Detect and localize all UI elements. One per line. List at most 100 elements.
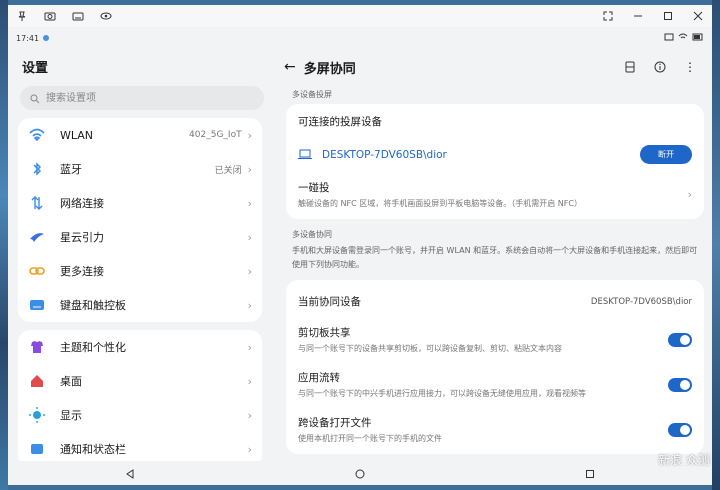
sidebar-item-label: 主题和个性化 (60, 341, 126, 354)
settings-sidebar: 设置 WLAN 402_5G_IoT › 蓝牙 已关闭 › 网络连接 › 星云引… (8, 47, 270, 466)
sidebar-item[interactable]: WLAN 402_5G_IoT › (18, 118, 262, 152)
panel-title: 多屏协同 (303, 61, 356, 77)
sidebar-item-value: 已关闭 (214, 165, 242, 176)
connectable-devices-row: 可连接的投屏设备 (286, 104, 704, 135)
search-bar[interactable] (20, 86, 264, 110)
settings-group-connectivity: WLAN 402_5G_IoT › 蓝牙 已关闭 › 网络连接 › 星云引力 ›… (18, 118, 262, 322)
keyboard-toggle-icon[interactable] (72, 10, 84, 22)
back-nav-icon[interactable] (125, 464, 135, 483)
settings-group-display: 主题和个性化 › 桌面 › 显示 › 通知和状态栏 › (18, 330, 262, 466)
sidebar-item-label: WLAN (60, 128, 94, 142)
connectable-devices-title: 可连接的投屏设备 (298, 116, 382, 128)
feature-desc: 与同一个账号下的中兴手机进行应用接力，可以跨设备无缝使用应用，观看视频等 (298, 389, 586, 398)
wifi-status-icon (678, 33, 688, 43)
watermark: 新浪 众测 (658, 453, 710, 467)
connected-device-row[interactable]: DESKTOP-7DV60SB\dior 断开 (286, 135, 704, 174)
chevron-right-icon: › (247, 264, 252, 278)
tap-to-cast-row[interactable]: 一碰投 触碰设备的 NFC 区域，将手机画面投屏到平板电脑等设备。（手机需开启 … (286, 174, 704, 219)
sidebar-item[interactable]: 更多连接 › (18, 254, 262, 288)
feature-row: 跨设备打开文件 使用本机打开同一个账号下的手机的文件 (286, 409, 704, 454)
status-time: 17:41 (16, 33, 40, 43)
maximize-icon[interactable] (662, 10, 674, 22)
feature-toggle[interactable] (668, 332, 692, 347)
feature-title: 剪切板共享 (298, 327, 351, 339)
close-icon[interactable] (692, 10, 704, 22)
layout-icon[interactable] (624, 58, 636, 77)
device-name: DESKTOP-7DV60SB\dior (322, 148, 447, 161)
notification-icon (28, 440, 46, 458)
sidebar-item-label: 显示 (60, 409, 82, 422)
tap-to-cast-title: 一碰投 (298, 182, 330, 194)
cast-icon (664, 33, 674, 43)
search-input[interactable] (44, 91, 248, 105)
feature-toggle[interactable] (668, 422, 692, 437)
eye-icon[interactable] (100, 10, 112, 22)
nebula-icon (28, 228, 46, 246)
disconnect-button[interactable]: 断开 (640, 145, 692, 164)
theme-icon (28, 338, 46, 356)
home-icon (28, 372, 46, 390)
collab-card: 当前协同设备 DESKTOP-7DV60SB\dior 剪切板共享 与同一个账号… (286, 280, 704, 454)
sidebar-item-label: 网络连接 (60, 197, 104, 210)
wifi-icon (28, 126, 46, 144)
feature-row: 应用流转 与同一个账号下的中兴手机进行应用接力，可以跨设备无缝使用应用，观看视频… (286, 364, 704, 409)
chevron-right-icon: › (247, 230, 252, 244)
window-titlebar (8, 5, 712, 27)
nav-bar (8, 461, 712, 485)
sidebar-item[interactable]: 网络连接 › (18, 186, 262, 220)
chevron-right-icon: › (247, 408, 252, 422)
info-icon[interactable] (654, 58, 666, 77)
chevron-right-icon: › (247, 162, 252, 176)
camera-icon[interactable] (44, 10, 56, 22)
desktop-background-left (0, 0, 8, 490)
recents-nav-icon[interactable] (585, 464, 595, 483)
feature-row: 剪切板共享 与同一个账号下的设备共享剪切板，可以跨设备复制、剪切、粘贴文本内容 (286, 319, 704, 364)
section-label-collab: 多设备协同 (292, 230, 332, 239)
sidebar-item-label: 通知和状态栏 (60, 443, 126, 456)
feature-desc: 与同一个账号下的设备共享剪切板，可以跨设备复制、剪切、粘贴文本内容 (298, 344, 562, 353)
multi-screen-panel: ← 多屏协同 ⋮ 多设备投屏 可连接的投屏设备 DESKTOP-7DV60SB\… (278, 47, 712, 461)
current-device-value: DESKTOP-7DV60SB\dior (590, 296, 692, 307)
fullscreen-icon[interactable] (602, 10, 614, 22)
casting-card: 可连接的投屏设备 DESKTOP-7DV60SB\dior 断开 一碰投 触碰设… (286, 104, 704, 219)
tap-to-cast-desc: 触碰设备的 NFC 区域，将手机画面投屏到平板电脑等设备。（手机需开启 NFC） (298, 199, 582, 208)
chevron-right-icon: › (247, 298, 252, 312)
sidebar-item-value: 402_5G_IoT (189, 130, 242, 140)
chevron-right-icon: › (247, 128, 252, 142)
current-device-row: 当前协同设备 DESKTOP-7DV60SB\dior (286, 280, 704, 319)
sidebar-item[interactable]: 主题和个性化 › (18, 330, 262, 364)
desktop-background-right (712, 0, 720, 490)
minimize-icon[interactable] (632, 10, 644, 22)
bluetooth-icon (28, 160, 46, 178)
settings-title: 设置 (22, 61, 49, 76)
laptop-icon (298, 145, 312, 164)
current-device-label: 当前协同设备 (298, 296, 361, 308)
feature-title: 跨设备打开文件 (298, 417, 372, 429)
pin-icon[interactable] (16, 10, 28, 22)
home-nav-icon[interactable] (355, 464, 365, 483)
feature-desc: 使用本机打开同一个账号下的手机的文件 (298, 434, 442, 443)
sidebar-item-label: 键盘和触控板 (60, 299, 126, 312)
network-icon (28, 194, 46, 212)
sidebar-item[interactable]: 星云引力 › (18, 220, 262, 254)
chevron-right-icon: › (247, 442, 252, 456)
sidebar-item[interactable]: 蓝牙 已关闭 › (18, 152, 262, 186)
chevron-right-icon: › (247, 196, 252, 210)
more-options-icon[interactable]: ⋮ (684, 60, 696, 74)
sidebar-item[interactable]: 键盘和触控板 › (18, 288, 262, 322)
panel-header: ← 多屏协同 ⋮ (278, 47, 712, 87)
chevron-right-icon: › (687, 188, 692, 201)
keyboard-icon (28, 296, 46, 314)
chevron-right-icon: › (247, 340, 252, 354)
sidebar-item[interactable]: 桌面 › (18, 364, 262, 398)
status-bar: 17:41 (8, 30, 712, 46)
display-icon (28, 406, 46, 424)
section-label-casting: 多设备投屏 (292, 90, 332, 99)
sidebar-item-label: 蓝牙 (60, 163, 82, 176)
sidebar-item-label: 星云引力 (60, 231, 104, 244)
back-arrow-icon[interactable]: ← (284, 59, 296, 75)
collab-description: 手机和大屏设备需登录同一个账号，并开启 WLAN 和蓝牙。系统会自动将一个大屏设… (292, 246, 698, 269)
sidebar-item[interactable]: 显示 › (18, 398, 262, 432)
app-window: 17:41 设置 WLAN 402_5G_IoT › 蓝牙 已关闭 › 网络连接… (8, 5, 712, 485)
feature-toggle[interactable] (668, 377, 692, 392)
